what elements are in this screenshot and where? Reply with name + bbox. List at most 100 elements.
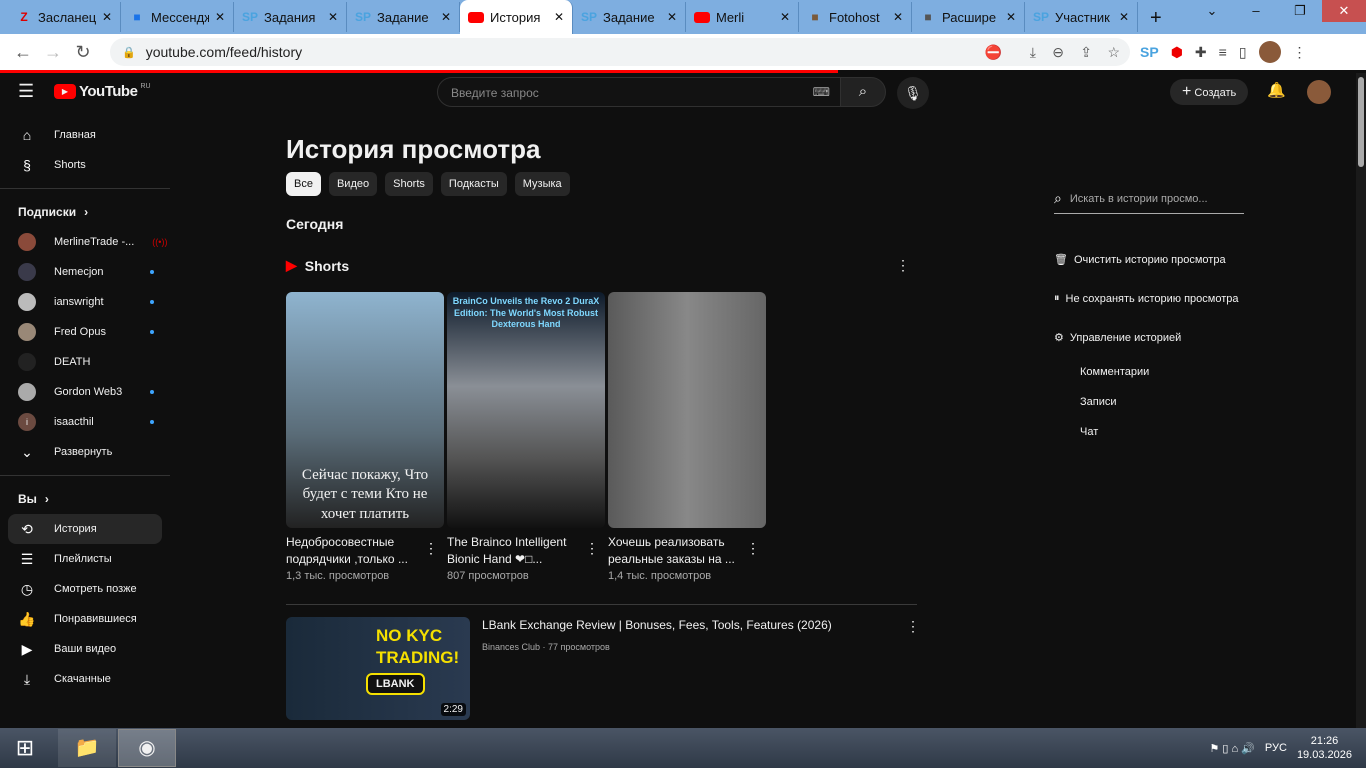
new-tab-button[interactable]: +: [1138, 7, 1174, 34]
sidebar-item-video[interactable]: ▶ Ваши видео: [8, 634, 162, 664]
subscription-item[interactable]: ianswright: [8, 287, 162, 317]
tab-close-icon[interactable]: ✕: [328, 10, 338, 24]
filter-chip[interactable]: Подкасты: [440, 172, 507, 196]
url-bar[interactable]: 🔒 youtube.com/feed/history ⛔ ⤓ ⊖ ⇪ ☆: [110, 38, 1130, 66]
subscription-item[interactable]: Nemecjon: [8, 257, 162, 287]
avatar[interactable]: [1307, 80, 1331, 104]
blocked-icon[interactable]: ⛔: [985, 44, 1002, 61]
sidebar-item-clock[interactable]: ◷ Смотреть позже: [8, 574, 162, 604]
video-more-icon[interactable]: ⋮: [906, 618, 920, 635]
red-extension-icon[interactable]: ⬢: [1171, 44, 1183, 61]
browser-tab[interactable]: ■ Fotohost ✕: [799, 2, 912, 32]
subscription-item[interactable]: Fred Opus: [8, 317, 162, 347]
tab-close-icon[interactable]: ✕: [1006, 10, 1016, 24]
sidepanel-icon[interactable]: ▯: [1239, 44, 1247, 61]
restore-button[interactable]: ❐: [1278, 0, 1322, 22]
filter-chip[interactable]: Музыка: [514, 172, 570, 196]
bookmark-star-icon[interactable]: ☆: [1107, 44, 1120, 61]
filter-chip[interactable]: Все: [286, 172, 321, 196]
share-icon[interactable]: ⇪: [1080, 44, 1092, 61]
keyboard-icon[interactable]: ⌨: [813, 85, 830, 99]
youtube-logo[interactable]: ▶ YouTube RU: [54, 83, 151, 100]
video-title[interactable]: LBank Exchange Review | Bonuses, Fees, T…: [482, 618, 832, 632]
more-icon[interactable]: ⋮: [746, 540, 760, 557]
video-thumbnail[interactable]: NO KYC TRADING! LBANK 2:29: [286, 617, 470, 720]
browser-tab[interactable]: Merli ✕: [686, 2, 799, 32]
subscription-item[interactable]: i isaacthil: [8, 407, 162, 437]
media-icon[interactable]: ≡: [1219, 44, 1227, 60]
sidebar-item-shorts[interactable]: § Shorts: [8, 150, 162, 180]
browser-tab[interactable]: История ✕: [460, 0, 573, 34]
browser-tab[interactable]: SP Задание ✕: [573, 2, 686, 32]
language-indicator[interactable]: РУС: [1265, 742, 1287, 754]
clock[interactable]: 21:26 19.03.2026: [1297, 734, 1352, 762]
chrome-taskbar-icon[interactable]: ◉: [118, 729, 176, 767]
forward-button[interactable]: →: [38, 42, 68, 63]
tray-icons[interactable]: ⚑ ▯ ⌂ 🔊: [1209, 742, 1254, 755]
sidebar-item-download[interactable]: ⤓ Скачанные: [8, 664, 162, 694]
you-header[interactable]: Вы ›: [0, 484, 170, 514]
puzzle-icon[interactable]: ✚: [1195, 44, 1207, 61]
posts-link[interactable]: Записи: [1054, 387, 1254, 417]
mic-button[interactable]: 🎙: [897, 77, 929, 109]
subscriptions-header[interactable]: Подписки ›: [0, 197, 170, 227]
subscription-item[interactable]: DEATH: [8, 347, 162, 377]
tab-close-icon[interactable]: ✕: [441, 10, 451, 24]
zoom-icon[interactable]: ⊖: [1052, 44, 1064, 61]
profile-avatar[interactable]: [1258, 41, 1281, 63]
short-card[interactable]: BrainCo Unveils the Revo 2 DuraX Edition…: [447, 292, 605, 582]
menu-icon[interactable]: ⋮: [1293, 44, 1307, 61]
chat-link[interactable]: Чат: [1054, 417, 1254, 447]
tab-close-icon[interactable]: ✕: [667, 10, 677, 24]
minimize-button[interactable]: –: [1234, 0, 1278, 22]
sidebar-item-history[interactable]: ⟲ История: [8, 514, 162, 544]
explorer-icon[interactable]: 📁: [58, 729, 116, 767]
subscription-item[interactable]: MerlineTrade -... ((•)): [8, 227, 167, 257]
filter-chip[interactable]: Shorts: [385, 172, 433, 196]
install-icon[interactable]: ⤓: [1030, 44, 1036, 61]
short-title[interactable]: Хочешь реализовать реальные заказы на ..…: [608, 534, 738, 568]
short-thumbnail[interactable]: [608, 292, 766, 528]
tab-search-button[interactable]: ⌄: [1190, 0, 1234, 22]
hamburger-icon[interactable]: ☰: [18, 81, 34, 102]
scrollbar[interactable]: [1356, 73, 1366, 728]
sidebar-item-playlists[interactable]: ☰ Плейлисты: [8, 544, 162, 574]
filter-chip[interactable]: Видео: [328, 172, 378, 196]
browser-tab[interactable]: ■ Расшире ✕: [912, 2, 1025, 32]
browser-tab[interactable]: Z Засланец ✕: [8, 2, 121, 32]
tab-close-icon[interactable]: ✕: [780, 10, 790, 24]
scrollbar-thumb[interactable]: [1358, 77, 1364, 167]
browser-tab[interactable]: SP Задание ✕: [347, 2, 460, 32]
tab-close-icon[interactable]: ✕: [102, 10, 112, 24]
start-button[interactable]: ⊞: [0, 735, 50, 761]
tab-close-icon[interactable]: ✕: [215, 10, 225, 24]
short-title[interactable]: The Brainco Intelligent Bionic Hand ❤□..…: [447, 534, 577, 568]
shorts-more-icon[interactable]: ⋮: [896, 257, 910, 274]
clear-history-button[interactable]: 🗑 Очистить историю просмотра: [1054, 240, 1254, 279]
sidebar-item-home[interactable]: ⌂ Главная: [8, 120, 162, 150]
create-button[interactable]: + Создать: [1170, 79, 1249, 105]
bell-icon[interactable]: 🔔: [1267, 81, 1286, 99]
short-card[interactable]: Хочешь реализовать реальные заказы на ..…: [608, 292, 766, 582]
sidebar-item-like[interactable]: 👍 Понравившиеся: [8, 604, 162, 634]
back-button[interactable]: ←: [8, 42, 38, 63]
tab-close-icon[interactable]: ✕: [1119, 10, 1129, 24]
pause-history-button[interactable]: ⏸ Не сохранять историю просмотра: [1054, 279, 1254, 318]
sp-extension-icon[interactable]: SP: [1140, 44, 1159, 60]
tab-close-icon[interactable]: ✕: [893, 10, 903, 24]
browser-tab[interactable]: ■ Мессенджер ✕: [121, 2, 234, 32]
short-thumbnail[interactable]: Сейчас покажу, Что будет с теми Кто не х…: [286, 292, 444, 528]
reload-button[interactable]: ↻: [68, 42, 98, 63]
short-thumbnail[interactable]: BrainCo Unveils the Revo 2 DuraX Edition…: [447, 292, 605, 528]
tab-close-icon[interactable]: ✕: [554, 10, 564, 24]
expand-button[interactable]: ⌄ Развернуть: [8, 437, 162, 467]
search-input[interactable]: Введите запрос ⌨: [437, 77, 841, 107]
close-window-button[interactable]: ✕: [1322, 0, 1366, 22]
short-card[interactable]: Сейчас покажу, Что будет с теми Кто не х…: [286, 292, 444, 582]
short-title[interactable]: Недобросовестные подрядчики ,только ...: [286, 534, 416, 568]
browser-tab[interactable]: SP Задания ✕: [234, 2, 347, 32]
more-icon[interactable]: ⋮: [424, 540, 438, 557]
comments-link[interactable]: Комментарии: [1054, 357, 1254, 387]
manage-history-button[interactable]: ⚙ Управление историей: [1054, 318, 1254, 357]
more-icon[interactable]: ⋮: [585, 540, 599, 557]
